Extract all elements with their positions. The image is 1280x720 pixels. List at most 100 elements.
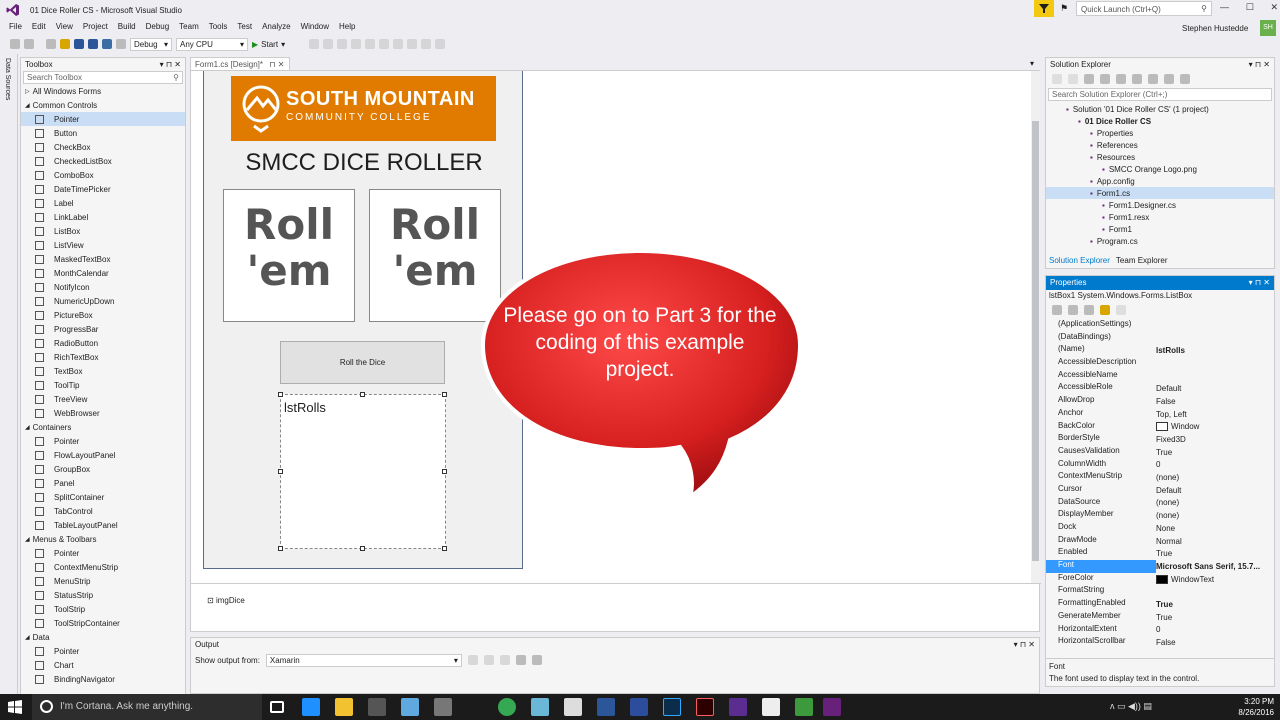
property-value[interactable]: [1156, 357, 1271, 370]
property-row[interactable]: FormatString: [1046, 585, 1274, 598]
toolbox-group[interactable]: ◢ Containers: [21, 420, 185, 434]
toolbox-item[interactable]: Pointer: [21, 434, 185, 448]
toolbox-item[interactable]: Label: [21, 196, 185, 210]
property-value[interactable]: [1156, 319, 1271, 332]
solution-node[interactable]: ▪ Form1: [1046, 223, 1274, 235]
task-view-icon[interactable]: [270, 701, 284, 713]
property-value[interactable]: Microsoft Sans Serif, 15.7...: [1156, 560, 1271, 573]
menu-build[interactable]: Build: [113, 20, 141, 34]
toolbox-item[interactable]: Pointer: [21, 546, 185, 560]
toolbox-item[interactable]: Chart: [21, 658, 185, 672]
collapse-all-icon[interactable]: [1132, 74, 1142, 84]
pin-icon[interactable]: ▾ ⊓: [1249, 278, 1261, 287]
property-row[interactable]: DisplayMember (none): [1046, 509, 1274, 522]
tab-team-explorer[interactable]: Team Explorer: [1116, 256, 1168, 269]
toolbox-item[interactable]: MonthCalendar: [21, 266, 185, 280]
dice1-picturebox[interactable]: Roll'em: [223, 189, 355, 322]
property-row[interactable]: AccessibleName: [1046, 370, 1274, 383]
tab-dropdown-icon[interactable]: ▾: [1030, 59, 1034, 68]
property-row[interactable]: FormattingEnabled True: [1046, 598, 1274, 611]
pin-icon[interactable]: ▾ ⊓: [160, 60, 172, 69]
tab-solution-explorer[interactable]: Solution Explorer: [1049, 256, 1110, 269]
collapse-icon[interactable]: ◢: [25, 634, 30, 641]
windows-form[interactable]: SOUTH MOUNTAIN COMMUNITY COLLEGE SMCC DI…: [203, 71, 523, 569]
forward-icon[interactable]: [1068, 74, 1078, 84]
app-icon[interactable]: [729, 698, 747, 716]
toolbox-item[interactable]: Pointer: [21, 644, 185, 658]
toolbox-group[interactable]: ◢ Menus & Toolbars: [21, 532, 185, 546]
minimize-icon[interactable]: —: [1220, 2, 1229, 14]
toolbox-item[interactable]: CheckedListBox: [21, 154, 185, 168]
next-message-icon[interactable]: [499, 655, 510, 665]
property-row[interactable]: AccessibleDescription: [1046, 357, 1274, 370]
calculator-icon[interactable]: [434, 698, 452, 716]
home-icon[interactable]: [1084, 74, 1094, 84]
prev-message-icon[interactable]: [483, 655, 494, 665]
cortana-search-box[interactable]: I'm Cortana. Ask me anything.: [32, 694, 262, 720]
property-value[interactable]: [1156, 585, 1271, 598]
config-select[interactable]: Debug ▾: [130, 37, 172, 51]
edge-icon[interactable]: [302, 698, 320, 716]
windows-start-icon[interactable]: [8, 700, 22, 714]
toolbox-item[interactable]: LinkLabel: [21, 210, 185, 224]
save-all-icon[interactable]: [88, 39, 98, 49]
expand-icon[interactable]: ▷: [25, 88, 30, 95]
close-icon[interactable]: ✕: [1028, 640, 1035, 649]
property-row[interactable]: Anchor Top, Left: [1046, 408, 1274, 421]
layout-align-icon[interactable]: [407, 39, 418, 49]
toolbox-item[interactable]: RichTextBox: [21, 350, 185, 364]
form-title-label[interactable]: SMCC DICE ROLLER: [204, 149, 524, 177]
start-button[interactable]: ▶ Start ▾: [252, 40, 285, 49]
property-row[interactable]: Font Microsoft Sans Serif, 15.7...: [1046, 560, 1274, 573]
property-row[interactable]: Cursor Default: [1046, 484, 1274, 497]
solution-node[interactable]: ▪ 01 Dice Roller CS: [1046, 115, 1274, 127]
pin-icon[interactable]: ⊓: [269, 60, 275, 69]
toolbox-item[interactable]: MenuStrip: [21, 574, 185, 588]
menu-view[interactable]: View: [51, 20, 78, 34]
toolbox-item[interactable]: DateTimePicker: [21, 182, 185, 196]
solution-node[interactable]: ▪ App.config: [1046, 175, 1274, 187]
menu-test[interactable]: Test: [232, 20, 257, 34]
toolbox-item[interactable]: CheckBox: [21, 140, 185, 154]
refresh-icon[interactable]: [1116, 74, 1126, 84]
solution-node[interactable]: ▪ Form1.resx: [1046, 211, 1274, 223]
toolbox-item[interactable]: TreeView: [21, 392, 185, 406]
close-icon[interactable]: ✕: [1263, 60, 1270, 69]
layout-align-icon[interactable]: [309, 39, 320, 49]
toolbox-item[interactable]: ContextMenuStrip: [21, 560, 185, 574]
property-row[interactable]: ContextMenuStrip (none): [1046, 471, 1274, 484]
property-value[interactable]: Top, Left: [1156, 408, 1271, 421]
property-row[interactable]: Enabled True: [1046, 547, 1274, 560]
toolbox-item[interactable]: MaskedTextBox: [21, 252, 185, 266]
property-row[interactable]: (ApplicationSettings): [1046, 319, 1274, 332]
property-row[interactable]: Dock None: [1046, 522, 1274, 535]
show-all-files-icon[interactable]: [1148, 74, 1158, 84]
menu-edit[interactable]: Edit: [27, 20, 51, 34]
toolbox-search-input[interactable]: Search Toolbox ⚲: [23, 71, 183, 84]
toolbox-item[interactable]: TableLayoutPanel: [21, 518, 185, 532]
categorized-icon[interactable]: [1052, 305, 1062, 315]
property-row[interactable]: DrawMode Normal: [1046, 535, 1274, 548]
resize-handle[interactable]: [360, 392, 365, 397]
photoshop-icon[interactable]: [663, 698, 681, 716]
property-value[interactable]: True: [1156, 547, 1271, 560]
toolbox-item[interactable]: PictureBox: [21, 308, 185, 322]
toolbox-item[interactable]: ListBox: [21, 224, 185, 238]
toolbox-item[interactable]: Button: [21, 126, 185, 140]
close-icon[interactable]: ✕: [278, 60, 285, 69]
user-account[interactable]: Stephen Hustedde SH: [1180, 20, 1280, 36]
collapse-icon[interactable]: ◢: [25, 102, 30, 109]
solution-node[interactable]: ▪ Form1.cs: [1046, 187, 1274, 199]
toolbox-item[interactable]: ToolStripContainer: [21, 616, 185, 630]
layout-align-icon[interactable]: [365, 39, 376, 49]
pin-icon[interactable]: ▾ ⊓: [1014, 640, 1026, 649]
menu-tools[interactable]: Tools: [204, 20, 233, 34]
feedback-icon[interactable]: ⚑: [1060, 3, 1068, 14]
toolbox-item[interactable]: SplitContainer: [21, 490, 185, 504]
photos-icon[interactable]: [401, 698, 419, 716]
word-icon[interactable]: [597, 698, 615, 716]
property-value[interactable]: lstRolls: [1156, 344, 1271, 357]
layout-align-icon[interactable]: [379, 39, 390, 49]
system-tray-icons[interactable]: ʌ ▭ ◀)) ▤: [1110, 701, 1152, 712]
property-row[interactable]: CausesValidation True: [1046, 446, 1274, 459]
